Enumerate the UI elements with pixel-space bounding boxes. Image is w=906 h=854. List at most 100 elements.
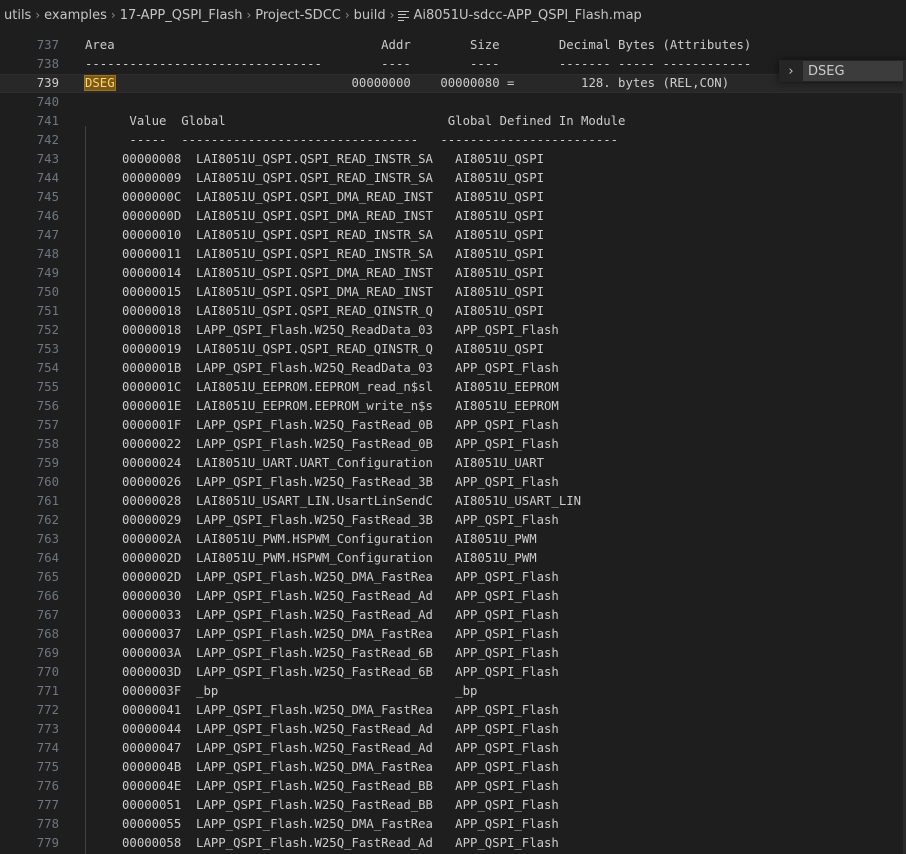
code-line[interactable]: 741 Value Global Global Defined In Modul… [0, 112, 906, 131]
find-match: DSEG [84, 75, 116, 91]
line-text: 0000001F LAPP_QSPI_Flash.W25Q_FastRead_0… [85, 418, 559, 432]
code-line[interactable]: 743 00000008 LAI8051U_QSPI.QSPI_READ_INS… [0, 150, 906, 169]
line-number: 775 [36, 760, 59, 774]
line-number: 756 [36, 399, 59, 413]
code-line[interactable]: 745 0000000C LAI8051U_QSPI.QSPI_DMA_READ… [0, 188, 906, 207]
line-text: 00000018 LAI8051U_QSPI.QSPI_READ_QINSTR_… [85, 304, 545, 318]
line-text: 00000051 LAPP_QSPI_Flash.W25Q_FastRead_B… [85, 798, 559, 812]
line-number: 745 [36, 190, 59, 204]
code-line[interactable]: 742 ----- ------------------------------… [0, 131, 906, 150]
line-text: 00000019 LAI8051U_QSPI.QSPI_READ_QINSTR_… [85, 342, 545, 356]
line-number: 764 [36, 551, 59, 565]
line-number: 777 [36, 798, 59, 812]
code-line[interactable]: 757 0000001F LAPP_QSPI_Flash.W25Q_FastRe… [0, 416, 906, 435]
line-text: ----- -------------------------------- -… [85, 133, 619, 147]
code-line[interactable]: 740 [0, 93, 906, 112]
line-number: 760 [36, 475, 59, 489]
line-number: 753 [36, 342, 59, 356]
line-number: 750 [36, 285, 59, 299]
code-line[interactable]: 748 00000011 LAI8051U_QSPI.QSPI_READ_INS… [0, 245, 906, 264]
line-number: 744 [36, 171, 59, 185]
line-number: 763 [36, 532, 59, 546]
chevron-right-icon: › [344, 8, 350, 22]
line-number: 772 [36, 703, 59, 717]
code-line[interactable]: 767 00000033 LAPP_QSPI_Flash.W25Q_FastRe… [0, 606, 906, 625]
code-line[interactable]: 761 00000028 LAI8051U_USART_LIN.UsartLin… [0, 492, 906, 511]
line-text: 0000003D LAPP_QSPI_Flash.W25Q_FastRead_6… [85, 665, 559, 679]
code-line[interactable]: 774 00000047 LAPP_QSPI_Flash.W25Q_FastRe… [0, 739, 906, 758]
code-line[interactable]: 765 0000002D LAPP_QSPI_Flash.W25Q_DMA_Fa… [0, 568, 906, 587]
line-text: 00000022 LAPP_QSPI_Flash.W25Q_FastRead_0… [85, 437, 559, 451]
code-line[interactable]: 755 0000001C LAI8051U_EEPROM.EEPROM_read… [0, 378, 906, 397]
code-line[interactable]: 769 0000003A LAPP_QSPI_Flash.W25Q_FastRe… [0, 644, 906, 663]
code-line[interactable]: 760 00000026 LAPP_QSPI_Flash.W25Q_FastRe… [0, 473, 906, 492]
code-line[interactable]: 772 00000041 LAPP_QSPI_Flash.W25Q_DMA_Fa… [0, 701, 906, 720]
line-text: 00000055 LAPP_QSPI_Flash.W25Q_DMA_FastRe… [85, 817, 559, 831]
code-line[interactable]: 738 -------------------------------- ----… [0, 55, 906, 74]
code-line[interactable]: 763 0000002A LAI8051U_PWM.HSPWM_Configur… [0, 530, 906, 549]
line-text: 00000044 LAPP_QSPI_Flash.W25Q_FastRead_A… [85, 722, 559, 736]
code-line[interactable]: 749 00000014 LAI8051U_QSPI.QSPI_DMA_READ… [0, 264, 906, 283]
line-number: 754 [36, 361, 59, 375]
code-line[interactable]: 762 00000029 LAPP_QSPI_Flash.W25Q_FastRe… [0, 511, 906, 530]
line-text: 00000058 LAPP_QSPI_Flash.W25Q_FastRead_A… [85, 836, 559, 850]
toggle-replace-icon[interactable]: › [779, 60, 803, 82]
code-line[interactable]: 766 00000030 LAPP_QSPI_Flash.W25Q_FastRe… [0, 587, 906, 606]
line-text: Area Addr Size Decimal Bytes (Attributes… [85, 38, 752, 52]
line-text: 0000004E LAPP_QSPI_Flash.W25Q_FastRead_B… [85, 779, 559, 793]
text-file-icon [398, 10, 410, 21]
line-text: 0000001B LAPP_QSPI_Flash.W25Q_ReadData_0… [85, 361, 559, 375]
code-line[interactable]: 751 00000018 LAI8051U_QSPI.QSPI_READ_QIN… [0, 302, 906, 321]
line-text: DSEG 00000000 00000080 = 128. bytes (REL… [84, 75, 730, 91]
line-number: 742 [36, 133, 59, 147]
breadcrumb-item[interactable]: build [354, 8, 386, 23]
code-line[interactable]: 753 00000019 LAI8051U_QSPI.QSPI_READ_QIN… [0, 340, 906, 359]
code-line[interactable]: 771 0000003F _bp _bp [0, 682, 906, 701]
line-text: 00000008 LAI8051U_QSPI.QSPI_READ_INSTR_S… [85, 152, 545, 166]
code-line[interactable]: 739 DSEG 00000000 00000080 = 128. bytes (… [0, 74, 906, 93]
line-text: 00000033 LAPP_QSPI_Flash.W25Q_FastRead_A… [85, 608, 559, 622]
breadcrumb-file[interactable]: Ai8051U-sdcc-APP_QSPI_Flash.map [413, 8, 641, 23]
code-line[interactable]: 756 0000001E LAI8051U_EEPROM.EEPROM_writ… [0, 397, 906, 416]
code-line[interactable]: 744 00000009 LAI8051U_QSPI.QSPI_READ_INS… [0, 169, 906, 188]
code-line[interactable]: 752 00000018 LAPP_QSPI_Flash.W25Q_ReadDa… [0, 321, 906, 340]
code-line[interactable]: 773 00000044 LAPP_QSPI_Flash.W25Q_FastRe… [0, 720, 906, 739]
code-line[interactable]: 754 0000001B LAPP_QSPI_Flash.W25Q_ReadDa… [0, 359, 906, 378]
breadcrumb-item[interactable]: examples [44, 8, 107, 23]
code-line[interactable]: 779 00000058 LAPP_QSPI_Flash.W25Q_FastRe… [0, 834, 906, 853]
breadcrumb-item[interactable]: utils [4, 8, 31, 23]
line-number: 767 [36, 608, 59, 622]
line-number: 755 [36, 380, 59, 394]
code-line[interactable]: 758 00000022 LAPP_QSPI_Flash.W25Q_FastRe… [0, 435, 906, 454]
code-line[interactable]: 776 0000004E LAPP_QSPI_Flash.W25Q_FastRe… [0, 777, 906, 796]
code-line[interactable]: 759 00000024 LAI8051U_UART.UART_Configur… [0, 454, 906, 473]
editor[interactable]: 736737Area Addr Size Decimal Bytes (Attr… [0, 30, 906, 854]
code-line[interactable]: 747 00000010 LAI8051U_QSPI.QSPI_READ_INS… [0, 226, 906, 245]
chevron-right-icon: › [110, 8, 116, 22]
line-text: 0000000C LAI8051U_QSPI.QSPI_DMA_READ_INS… [85, 190, 545, 204]
code-line[interactable]: 750 00000015 LAI8051U_QSPI.QSPI_DMA_READ… [0, 283, 906, 302]
line-text: 00000014 LAI8051U_QSPI.QSPI_DMA_READ_INS… [85, 266, 545, 280]
line-number: 739 [36, 76, 59, 90]
line-text: 0000001E LAI8051U_EEPROM.EEPROM_write_n$… [85, 399, 559, 413]
code-line[interactable]: 778 00000055 LAPP_QSPI_Flash.W25Q_DMA_Fa… [0, 815, 906, 834]
line-number: 762 [36, 513, 59, 527]
code-line[interactable]: 737 Area Addr Size Decimal Bytes (Attribu… [0, 36, 906, 55]
line-text: 00000010 LAI8051U_QSPI.QSPI_READ_INSTR_S… [85, 228, 545, 242]
code-line[interactable]: 770 0000003D LAPP_QSPI_Flash.W25Q_FastRe… [0, 663, 906, 682]
code-line[interactable]: 764 0000002D LAI8051U_PWM.HSPWM_Configur… [0, 549, 906, 568]
line-text: 00000041 LAPP_QSPI_Flash.W25Q_DMA_FastRe… [85, 703, 559, 717]
find-input[interactable] [803, 61, 903, 81]
line-text: 0000001C LAI8051U_EEPROM.EEPROM_read_n$s… [85, 380, 559, 394]
line-text: 0000003A LAPP_QSPI_Flash.W25Q_FastRead_6… [85, 646, 559, 660]
line-text: 00000018 LAPP_QSPI_Flash.W25Q_ReadData_0… [85, 323, 559, 337]
code-line[interactable]: 746 0000000D LAI8051U_QSPI.QSPI_DMA_READ… [0, 207, 906, 226]
code-line[interactable]: 777 00000051 LAPP_QSPI_Flash.W25Q_FastRe… [0, 796, 906, 815]
line-text: 00000037 LAPP_QSPI_Flash.W25Q_DMA_FastRe… [85, 627, 559, 641]
code-line[interactable]: 768 00000037 LAPP_QSPI_Flash.W25Q_DMA_Fa… [0, 625, 906, 644]
breadcrumb-item[interactable]: 17-APP_QSPI_Flash [120, 8, 243, 23]
breadcrumb-item[interactable]: Project-SDCC [255, 8, 341, 23]
code-line[interactable]: 775 0000004B LAPP_QSPI_Flash.W25Q_DMA_Fa… [0, 758, 906, 777]
line-number: 766 [36, 589, 59, 603]
line-number: 774 [36, 741, 59, 755]
